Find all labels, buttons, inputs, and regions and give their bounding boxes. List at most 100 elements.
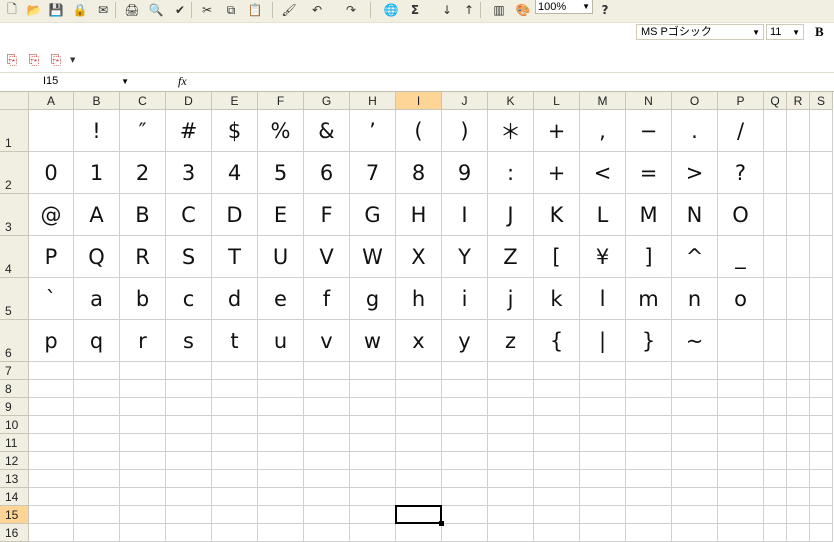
cell-K14[interactable]	[488, 488, 534, 506]
column-header-P[interactable]: P	[718, 92, 764, 110]
cell-M11[interactable]	[580, 434, 626, 452]
row-header-14[interactable]: 14	[0, 488, 29, 506]
save-icon[interactable]: 💾	[46, 1, 66, 19]
cell-C4[interactable]: R	[120, 236, 166, 278]
cell-N2[interactable]: =	[626, 152, 672, 194]
cell-C16[interactable]	[120, 524, 166, 542]
cell-G2[interactable]: 6	[304, 152, 350, 194]
cell-S6[interactable]	[810, 320, 833, 362]
cell-J9[interactable]	[442, 398, 488, 416]
column-header-H[interactable]: H	[350, 92, 396, 110]
row-header-8[interactable]: 8	[0, 380, 29, 398]
cell-R5[interactable]	[787, 278, 810, 320]
cell-J8[interactable]	[442, 380, 488, 398]
cell-J1[interactable]: )	[442, 110, 488, 152]
cell-G16[interactable]	[304, 524, 350, 542]
cell-C13[interactable]	[120, 470, 166, 488]
cell-N15[interactable]	[626, 506, 672, 524]
cell-N16[interactable]	[626, 524, 672, 542]
cell-O16[interactable]	[672, 524, 718, 542]
cell-I7[interactable]	[396, 362, 442, 380]
cell-D8[interactable]	[166, 380, 212, 398]
cell-R16[interactable]	[787, 524, 810, 542]
spelling-icon[interactable]: ✔	[170, 1, 190, 19]
cell-B15[interactable]	[74, 506, 120, 524]
cell-L3[interactable]: K	[534, 194, 580, 236]
formula-input[interactable]	[200, 73, 830, 90]
cell-N1[interactable]: −	[626, 110, 672, 152]
cell-S16[interactable]	[810, 524, 833, 542]
cell-Q12[interactable]	[764, 452, 787, 470]
cell-K16[interactable]	[488, 524, 534, 542]
cell-O14[interactable]	[672, 488, 718, 506]
cell-N8[interactable]	[626, 380, 672, 398]
column-header-R[interactable]: R	[787, 92, 810, 110]
cell-B10[interactable]	[74, 416, 120, 434]
cell-S12[interactable]	[810, 452, 833, 470]
cut-icon[interactable]: ✂	[197, 1, 217, 19]
cell-P15[interactable]	[718, 506, 764, 524]
cell-P5[interactable]: o	[718, 278, 764, 320]
cell-J3[interactable]: I	[442, 194, 488, 236]
cell-B2[interactable]: 1	[74, 152, 120, 194]
chart-wizard-icon[interactable]: ▥	[489, 1, 509, 19]
column-header-J[interactable]: J	[442, 92, 488, 110]
cell-S10[interactable]	[810, 416, 833, 434]
cell-D9[interactable]	[166, 398, 212, 416]
cell-H1[interactable]: ’	[350, 110, 396, 152]
row-header-11[interactable]: 11	[0, 434, 29, 452]
cell-D11[interactable]	[166, 434, 212, 452]
cell-Q9[interactable]	[764, 398, 787, 416]
cell-I1[interactable]: (	[396, 110, 442, 152]
cell-K12[interactable]	[488, 452, 534, 470]
row-header-5[interactable]: 5	[0, 278, 29, 320]
cell-P16[interactable]	[718, 524, 764, 542]
cell-M3[interactable]: L	[580, 194, 626, 236]
cell-L7[interactable]	[534, 362, 580, 380]
cell-O9[interactable]	[672, 398, 718, 416]
cell-H5[interactable]: g	[350, 278, 396, 320]
cell-F4[interactable]: U	[258, 236, 304, 278]
cell-L14[interactable]	[534, 488, 580, 506]
sort-ascending-icon[interactable]: ↓	[437, 1, 457, 19]
cell-C12[interactable]	[120, 452, 166, 470]
cell-M9[interactable]	[580, 398, 626, 416]
cell-A13[interactable]	[29, 470, 74, 488]
row-header-4[interactable]: 4	[0, 236, 29, 278]
column-header-B[interactable]: B	[74, 92, 120, 110]
cell-G10[interactable]	[304, 416, 350, 434]
cell-B3[interactable]: A	[74, 194, 120, 236]
insert-function-icon[interactable]: fx	[178, 74, 187, 89]
cell-A11[interactable]	[29, 434, 74, 452]
cell-Q5[interactable]	[764, 278, 787, 320]
cell-C9[interactable]	[120, 398, 166, 416]
cell-B16[interactable]	[74, 524, 120, 542]
cell-L9[interactable]	[534, 398, 580, 416]
cell-G9[interactable]	[304, 398, 350, 416]
cell-K13[interactable]	[488, 470, 534, 488]
cell-S3[interactable]	[810, 194, 833, 236]
cell-P8[interactable]	[718, 380, 764, 398]
cell-S15[interactable]	[810, 506, 833, 524]
cell-A7[interactable]	[29, 362, 74, 380]
cell-A14[interactable]	[29, 488, 74, 506]
cell-G12[interactable]	[304, 452, 350, 470]
help-icon[interactable]: ?	[595, 1, 615, 19]
cell-H14[interactable]	[350, 488, 396, 506]
cell-K6[interactable]: z	[488, 320, 534, 362]
cell-C1[interactable]: ″	[120, 110, 166, 152]
cell-K1[interactable]: ＊	[488, 110, 534, 152]
cell-O2[interactable]: >	[672, 152, 718, 194]
cell-H12[interactable]	[350, 452, 396, 470]
cell-F15[interactable]	[258, 506, 304, 524]
cell-P7[interactable]	[718, 362, 764, 380]
cell-Q13[interactable]	[764, 470, 787, 488]
cell-H2[interactable]: 7	[350, 152, 396, 194]
cell-Q10[interactable]	[764, 416, 787, 434]
column-header-O[interactable]: O	[672, 92, 718, 110]
cell-G11[interactable]	[304, 434, 350, 452]
cell-F16[interactable]	[258, 524, 304, 542]
cell-P13[interactable]	[718, 470, 764, 488]
cell-C3[interactable]: B	[120, 194, 166, 236]
cell-M10[interactable]	[580, 416, 626, 434]
